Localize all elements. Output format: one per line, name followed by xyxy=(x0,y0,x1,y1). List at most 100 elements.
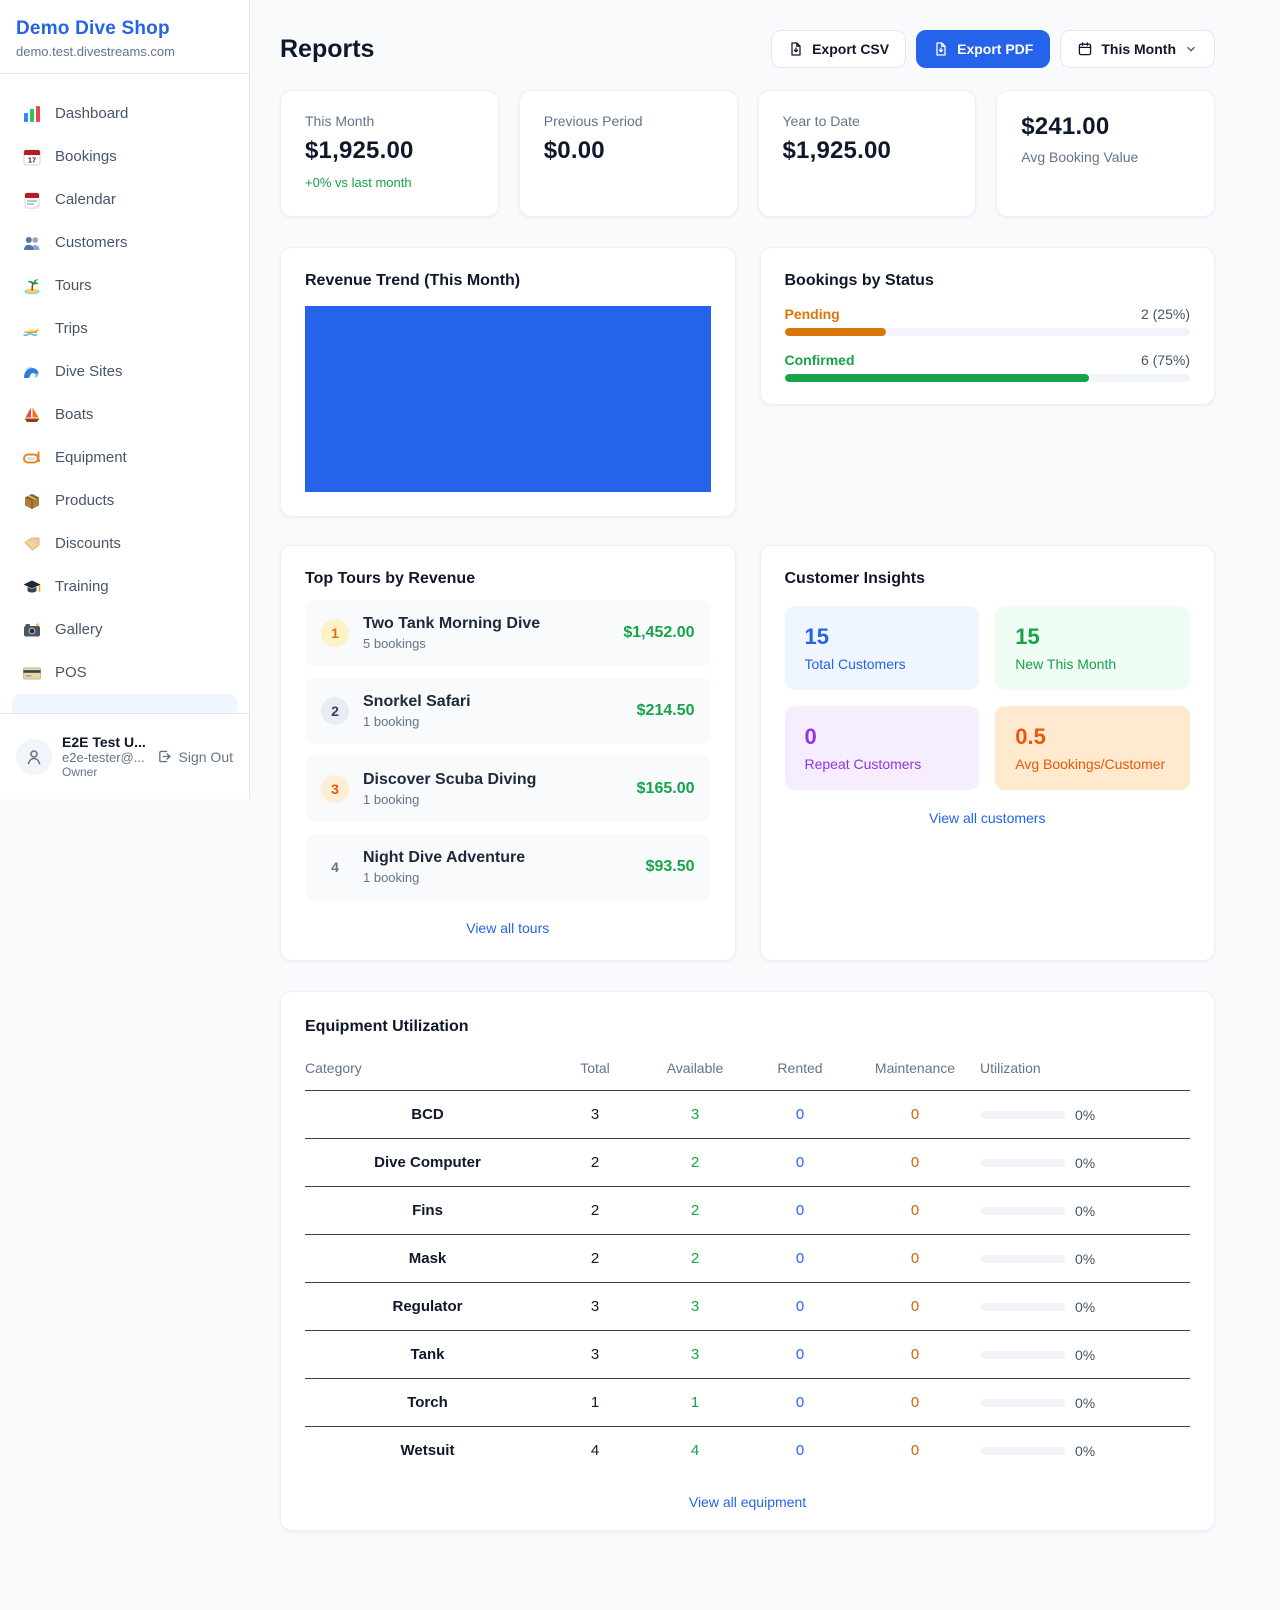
sidebar-item-label: Bookings xyxy=(55,148,117,165)
sidebar-item-gallery[interactable]: Gallery xyxy=(12,608,237,651)
boats-icon xyxy=(22,405,42,425)
status-row-pending: Pending 2 (25%) xyxy=(785,306,1191,336)
insight-tiles: 15 Total Customers 15 New This Month 0 R… xyxy=(785,606,1191,790)
utilization-percent: 0% xyxy=(1075,1251,1095,1267)
table-row: Mask 2 2 0 0 0% xyxy=(305,1235,1190,1283)
trips-icon xyxy=(22,319,42,339)
cell-maintenance: 0 xyxy=(850,1427,980,1475)
table-header-row: Category Total Available Rented Maintena… xyxy=(305,1050,1190,1091)
stat-card-this-month: This Month $1,925.00 +0% vs last month xyxy=(280,90,499,217)
cell-utilization: 0% xyxy=(980,1283,1190,1331)
period-select[interactable]: This Month xyxy=(1060,30,1215,68)
cell-utilization: 0% xyxy=(980,1187,1190,1235)
cell-utilization: 0% xyxy=(980,1379,1190,1427)
utilization-percent: 0% xyxy=(1075,1155,1095,1171)
utilization-bar-track xyxy=(980,1303,1065,1311)
tour-bookings: 1 booking xyxy=(363,870,632,885)
sidebar-item-label: Boats xyxy=(55,406,93,423)
user-panel: E2E Test U... e2e-tester@... Owner Sign … xyxy=(0,713,249,799)
insight-tile-new-this-month: 15 New This Month xyxy=(995,606,1190,690)
sidebar-item-pos[interactable]: POS xyxy=(12,651,237,694)
export-csv-button[interactable]: Export CSV xyxy=(771,30,906,68)
cell-available: 4 xyxy=(640,1427,750,1475)
sidebar-item-dashboard[interactable]: Dashboard xyxy=(12,92,237,135)
cell-total: 4 xyxy=(550,1427,640,1475)
cell-category: BCD xyxy=(305,1091,550,1139)
cell-category: Torch xyxy=(305,1379,550,1427)
sidebar-item-equipment[interactable]: Equipment xyxy=(12,436,237,479)
utilization-percent: 0% xyxy=(1075,1107,1095,1123)
revenue-trend-card: Revenue Trend (This Month) xyxy=(280,247,736,517)
sidebar-item-calendar[interactable]: Calendar xyxy=(12,178,237,221)
sidebar-item-tours[interactable]: Tours xyxy=(12,264,237,307)
sidebar-item-label: Customers xyxy=(55,234,128,251)
sidebar-item-products[interactable]: Products xyxy=(12,479,237,522)
view-all-equipment-link[interactable]: View all equipment xyxy=(305,1494,1190,1510)
utilization-percent: 0% xyxy=(1075,1299,1095,1315)
cell-total: 3 xyxy=(550,1091,640,1139)
column-header: Category xyxy=(305,1050,550,1091)
sidebar-item-label: Tours xyxy=(55,277,92,294)
tour-revenue: $93.50 xyxy=(646,858,695,876)
sign-out-button[interactable]: Sign Out xyxy=(156,748,233,765)
tile-value: 0 xyxy=(805,724,960,750)
sidebar-item-bookings[interactable]: 17 Bookings xyxy=(12,135,237,178)
tour-revenue: $214.50 xyxy=(637,702,695,720)
cell-category: Dive Computer xyxy=(305,1139,550,1187)
tours-icon xyxy=(22,276,42,296)
tour-name: Two Tank Morning Dive xyxy=(363,615,609,633)
header-actions: Export CSV Export PDF This Month xyxy=(771,30,1215,68)
products-icon xyxy=(22,491,42,511)
dive-sites-icon xyxy=(22,362,42,382)
dashboard-icon xyxy=(22,104,42,124)
sidebar-item-active-partial[interactable] xyxy=(12,694,237,713)
tile-label: Total Customers xyxy=(805,656,960,672)
tour-row: 4 Night Dive Adventure 1 booking $93.50 xyxy=(305,834,711,900)
status-row-confirmed: Confirmed 6 (75%) xyxy=(785,352,1191,382)
tour-bookings: 5 bookings xyxy=(363,636,609,651)
tile-label: New This Month xyxy=(1015,656,1170,672)
export-pdf-button[interactable]: Export PDF xyxy=(916,30,1050,68)
sidebar: Demo Dive Shop demo.test.divestreams.com… xyxy=(0,0,250,799)
cell-rented: 0 xyxy=(750,1331,850,1379)
svg-text:17: 17 xyxy=(28,155,36,164)
equipment-utilization-title: Equipment Utilization xyxy=(305,1018,1190,1036)
view-all-customers-link[interactable]: View all customers xyxy=(785,810,1191,826)
sidebar-item-label: Gallery xyxy=(55,621,103,638)
bookings-by-status-title: Bookings by Status xyxy=(785,272,1191,290)
cell-utilization: 0% xyxy=(980,1139,1190,1187)
cell-category: Fins xyxy=(305,1187,550,1235)
top-tours-card: Top Tours by Revenue 1 Two Tank Morning … xyxy=(280,545,736,961)
sidebar-item-dive-sites[interactable]: Dive Sites xyxy=(12,350,237,393)
user-name: E2E Test U... xyxy=(62,734,146,750)
cell-category: Tank xyxy=(305,1331,550,1379)
bookings-icon: 17 xyxy=(22,147,42,167)
sidebar-item-label: Equipment xyxy=(55,449,127,466)
status-bar-fill xyxy=(785,374,1089,382)
export-csv-label: Export CSV xyxy=(812,41,889,57)
calendar-icon xyxy=(22,190,42,210)
sidebar-item-trips[interactable]: Trips xyxy=(12,307,237,350)
sidebar-item-training[interactable]: Training xyxy=(12,565,237,608)
tile-label: Avg Bookings/Customer xyxy=(1015,756,1170,772)
rank-badge: 2 xyxy=(321,697,349,725)
rank-badge: 4 xyxy=(321,853,349,881)
table-row: Tank 3 3 0 0 0% xyxy=(305,1331,1190,1379)
cell-rented: 0 xyxy=(750,1379,850,1427)
calendar-outline-icon xyxy=(1077,41,1093,57)
view-all-tours-link[interactable]: View all tours xyxy=(305,920,711,936)
utilization-percent: 0% xyxy=(1075,1395,1095,1411)
sidebar-item-boats[interactable]: Boats xyxy=(12,393,237,436)
stat-delta: +0% vs last month xyxy=(305,175,474,190)
cell-utilization: 0% xyxy=(980,1235,1190,1283)
cell-total: 3 xyxy=(550,1331,640,1379)
sidebar-item-customers[interactable]: Customers xyxy=(12,221,237,264)
status-count: 2 (25%) xyxy=(1141,306,1190,322)
sidebar-item-discounts[interactable]: Discounts xyxy=(12,522,237,565)
tile-label: Repeat Customers xyxy=(805,756,960,772)
chevron-down-icon xyxy=(1184,42,1198,56)
tour-bookings: 1 booking xyxy=(363,792,623,807)
column-header: Available xyxy=(640,1050,750,1091)
cell-utilization: 0% xyxy=(980,1091,1190,1139)
cell-maintenance: 0 xyxy=(850,1139,980,1187)
